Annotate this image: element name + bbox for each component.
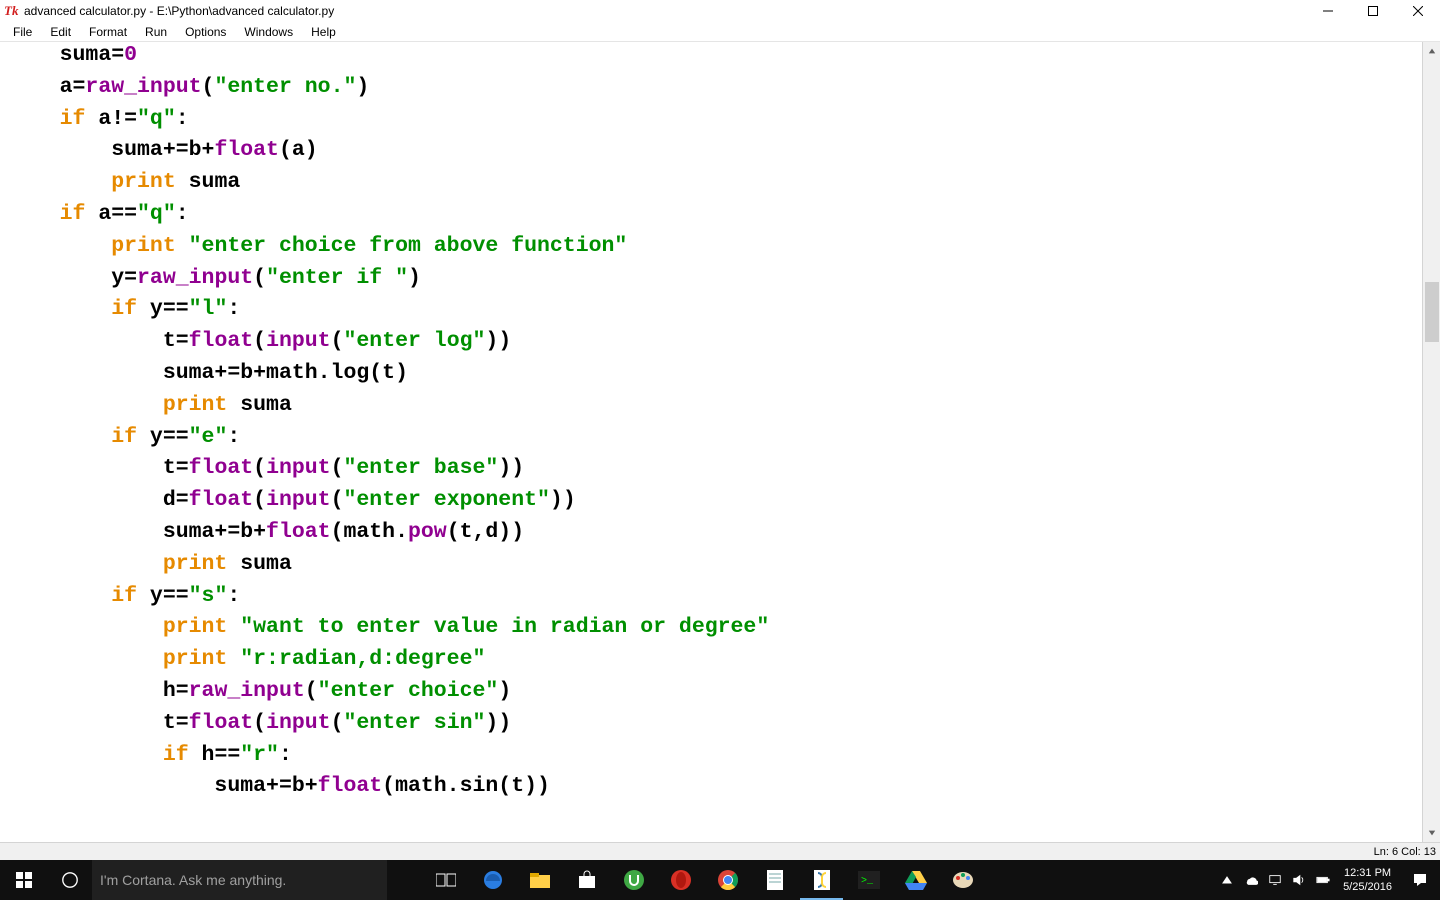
cortana-search-input[interactable]: I'm Cortana. Ask me anything. (92, 860, 387, 900)
tray-overflow-icon[interactable] (1215, 860, 1239, 900)
window-title: advanced calculator.py - E:\Python\advan… (24, 4, 334, 18)
edge-icon[interactable] (469, 860, 516, 900)
chrome-icon[interactable] (704, 860, 751, 900)
maximize-button[interactable] (1350, 0, 1395, 22)
window-controls (1305, 0, 1440, 22)
vertical-scrollbar[interactable] (1422, 42, 1440, 842)
utorrent-icon[interactable] (610, 860, 657, 900)
menu-run[interactable]: Run (136, 23, 176, 41)
opera-icon[interactable] (657, 860, 704, 900)
start-button[interactable] (0, 860, 48, 900)
svg-text:>_: >_ (861, 876, 874, 887)
store-icon[interactable] (563, 860, 610, 900)
taskbar: I'm Cortana. Ask me anything. >_ 12:31 P… (0, 860, 1440, 900)
menubar: FileEditFormatRunOptionsWindowsHelp (0, 22, 1440, 42)
system-tray: 12:31 PM 5/25/2016 (1215, 860, 1440, 900)
code-content[interactable]: suma=0 a=raw_input("enter no.") if a!="q… (0, 42, 1422, 835)
paint-icon[interactable] (939, 860, 986, 900)
notepadpp-icon[interactable] (751, 860, 798, 900)
menu-edit[interactable]: Edit (41, 23, 80, 41)
close-button[interactable] (1395, 0, 1440, 22)
titlebar: Tk advanced calculator.py - E:\Python\ad… (0, 0, 1440, 22)
volume-tray-icon[interactable] (1287, 860, 1311, 900)
taskview-icon[interactable] (422, 860, 469, 900)
scroll-thumb[interactable] (1425, 282, 1439, 342)
python-idle-icon[interactable] (798, 860, 845, 900)
cortana-icon[interactable] (48, 860, 92, 900)
minimize-button[interactable] (1305, 0, 1350, 22)
battery-tray-icon[interactable] (1311, 860, 1335, 900)
menu-help[interactable]: Help (302, 23, 345, 41)
drive-icon[interactable] (892, 860, 939, 900)
idle-app-icon: Tk (4, 4, 18, 18)
fileexplorer-icon[interactable] (516, 860, 563, 900)
scroll-down-button[interactable] (1423, 824, 1440, 842)
code-editor[interactable]: suma=0 a=raw_input("enter no.") if a!="q… (0, 42, 1422, 842)
menu-options[interactable]: Options (176, 23, 235, 41)
onedrive-tray-icon[interactable] (1239, 860, 1263, 900)
action-center-icon[interactable] (1400, 860, 1440, 900)
statusbar: Ln: 6 Col: 13 (0, 842, 1440, 860)
cortana-placeholder: I'm Cortana. Ask me anything. (100, 872, 286, 888)
menu-windows[interactable]: Windows (235, 23, 302, 41)
network-tray-icon[interactable] (1263, 860, 1287, 900)
menu-file[interactable]: File (4, 23, 41, 41)
taskbar-clock[interactable]: 12:31 PM 5/25/2016 (1335, 866, 1400, 894)
menu-format[interactable]: Format (80, 23, 136, 41)
terminal-icon[interactable]: >_ (845, 860, 892, 900)
scroll-up-button[interactable] (1423, 42, 1440, 60)
clock-time: 12:31 PM (1343, 866, 1392, 880)
clock-date: 5/25/2016 (1343, 880, 1392, 894)
cursor-position: Ln: 6 Col: 13 (1374, 846, 1436, 858)
